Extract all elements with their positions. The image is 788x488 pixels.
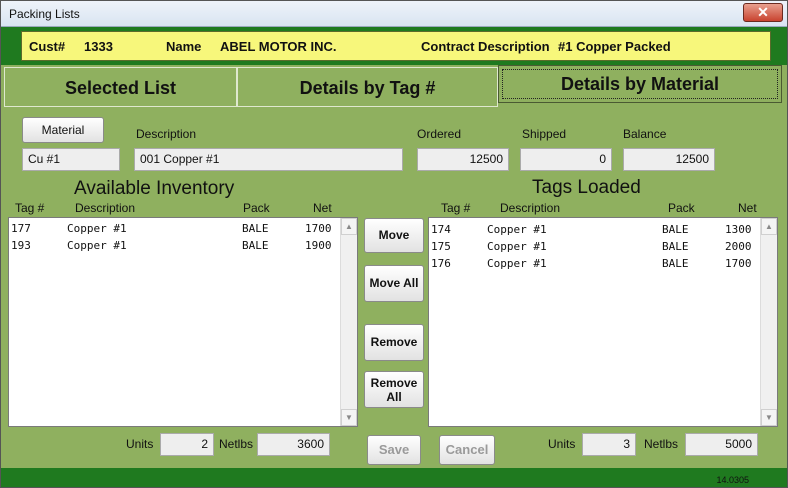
window-title: Packing Lists bbox=[9, 7, 80, 21]
description-cell: Copper #1 bbox=[67, 239, 127, 252]
col-tag: Tag # bbox=[15, 201, 45, 215]
customer-header: Cust# 1333 Name ABEL MOTOR INC. Contract… bbox=[21, 31, 771, 61]
available-inventory-title: Available Inventory bbox=[74, 178, 235, 199]
tag-cell: 174 bbox=[431, 223, 451, 236]
loaded-scrollbar[interactable]: ▲ ▼ bbox=[760, 218, 777, 426]
material-field[interactable]: Cu #1 bbox=[22, 148, 120, 171]
col-tag: Tag # bbox=[441, 201, 471, 215]
packing-lists-window: Packing Lists ✕ Cust# 1333 Name ABEL MOT… bbox=[0, 0, 788, 488]
loaded-netlbs-field: 5000 bbox=[685, 433, 758, 456]
ordered-field[interactable]: 12500 bbox=[417, 148, 509, 171]
net-cell: 1700 bbox=[305, 222, 332, 235]
name-value: ABEL MOTOR INC. bbox=[220, 39, 337, 54]
description-cell: Copper #1 bbox=[487, 223, 547, 236]
tag-cell: 193 bbox=[11, 239, 31, 252]
col-description: Description bbox=[500, 201, 561, 215]
contract-label: Contract Description bbox=[421, 39, 550, 54]
loaded-units-label: Units bbox=[548, 437, 576, 451]
scroll-up-icon[interactable]: ▲ bbox=[761, 218, 777, 235]
remove-all-label-line2: All bbox=[386, 390, 402, 404]
list-item[interactable]: 193 Copper #1 BALE 1900 bbox=[9, 237, 357, 254]
cust-label: Cust# bbox=[29, 39, 66, 54]
available-units-field: 2 bbox=[160, 433, 214, 456]
close-icon[interactable]: ✕ bbox=[743, 3, 783, 22]
description-label: Description bbox=[136, 127, 197, 141]
list-item[interactable]: 176 Copper #1 BALE 1700 bbox=[429, 255, 777, 272]
scroll-up-icon[interactable]: ▲ bbox=[341, 218, 357, 235]
description-cell: Copper #1 bbox=[487, 257, 547, 270]
net-cell: 1900 bbox=[305, 239, 332, 252]
remove-all-button[interactable]: Remove All bbox=[364, 371, 424, 408]
cancel-button[interactable]: Cancel bbox=[439, 435, 495, 465]
available-scrollbar[interactable]: ▲ ▼ bbox=[340, 218, 357, 426]
tab-selected-list[interactable]: Selected List bbox=[4, 67, 237, 107]
scroll-down-icon[interactable]: ▼ bbox=[341, 409, 357, 426]
remove-all-label-line1: Remove bbox=[370, 376, 418, 390]
pack-cell: BALE bbox=[662, 223, 689, 236]
description-cell: Copper #1 bbox=[67, 222, 127, 235]
move-all-button[interactable]: Move All bbox=[364, 265, 424, 302]
shipped-field[interactable]: 0 bbox=[520, 148, 612, 171]
balance-field[interactable]: 12500 bbox=[623, 148, 715, 171]
available-inventory-list[interactable]: 177 Copper #1 BALE 1700 193 Copper #1 BA… bbox=[8, 217, 358, 427]
available-units-label: Units bbox=[126, 437, 154, 451]
net-cell: 2000 bbox=[725, 240, 752, 253]
contract-value: #1 Copper Packed bbox=[558, 39, 671, 54]
name-label: Name bbox=[166, 39, 202, 54]
description-field[interactable]: 001 Copper #1 bbox=[134, 148, 403, 171]
pack-cell: BALE bbox=[242, 239, 269, 252]
list-item[interactable]: 177 Copper #1 BALE 1700 bbox=[9, 220, 357, 237]
tab-details-by-material[interactable]: Details by Material bbox=[498, 65, 782, 103]
pack-cell: BALE bbox=[662, 257, 689, 270]
material-button[interactable]: Material bbox=[22, 117, 104, 143]
list-item[interactable]: 174 Copper #1 BALE 1300 bbox=[429, 221, 777, 238]
pack-cell: BALE bbox=[662, 240, 689, 253]
available-netlbs-label: Netlbs bbox=[219, 437, 254, 451]
status-bar: 14.0305 bbox=[1, 468, 787, 487]
tab-label: Details by Tag # bbox=[299, 78, 436, 98]
scroll-down-icon[interactable]: ▼ bbox=[761, 409, 777, 426]
description-cell: Copper #1 bbox=[487, 240, 547, 253]
tags-loaded-list[interactable]: 174 Copper #1 BALE 1300 175 Copper #1 BA… bbox=[428, 217, 778, 427]
tag-cell: 176 bbox=[431, 257, 451, 270]
tag-cell: 175 bbox=[431, 240, 451, 253]
balance-label: Balance bbox=[623, 127, 667, 141]
shipped-label: Shipped bbox=[522, 127, 567, 141]
tab-label: Selected List bbox=[64, 78, 177, 98]
col-pack: Pack bbox=[243, 201, 270, 215]
col-net: Net bbox=[313, 201, 332, 215]
col-pack: Pack bbox=[668, 201, 695, 215]
col-net: Net bbox=[738, 201, 757, 215]
loaded-netlbs-label: Netlbs bbox=[644, 437, 679, 451]
remove-button[interactable]: Remove bbox=[364, 324, 424, 361]
pack-cell: BALE bbox=[242, 222, 269, 235]
focus-outline bbox=[502, 69, 778, 99]
list-item[interactable]: 175 Copper #1 BALE 2000 bbox=[429, 238, 777, 255]
save-button[interactable]: Save bbox=[367, 435, 421, 465]
tag-cell: 177 bbox=[11, 222, 31, 235]
loaded-units-field: 3 bbox=[582, 433, 636, 456]
tab-strip: Selected List Details by Tag # Details b… bbox=[4, 65, 784, 107]
col-description: Description bbox=[75, 201, 136, 215]
net-cell: 1300 bbox=[725, 223, 752, 236]
available-netlbs-field: 3600 bbox=[257, 433, 330, 456]
tab-details-by-tag[interactable]: Details by Tag # bbox=[237, 67, 498, 107]
ordered-label: Ordered bbox=[417, 127, 462, 141]
net-cell: 1700 bbox=[725, 257, 752, 270]
cust-value: 1333 bbox=[84, 39, 113, 54]
move-button[interactable]: Move bbox=[364, 218, 424, 253]
tags-loaded-title: Tags Loaded bbox=[532, 177, 641, 198]
version-label: 14.0305 bbox=[716, 475, 749, 485]
title-bar: Packing Lists ✕ bbox=[1, 1, 787, 27]
